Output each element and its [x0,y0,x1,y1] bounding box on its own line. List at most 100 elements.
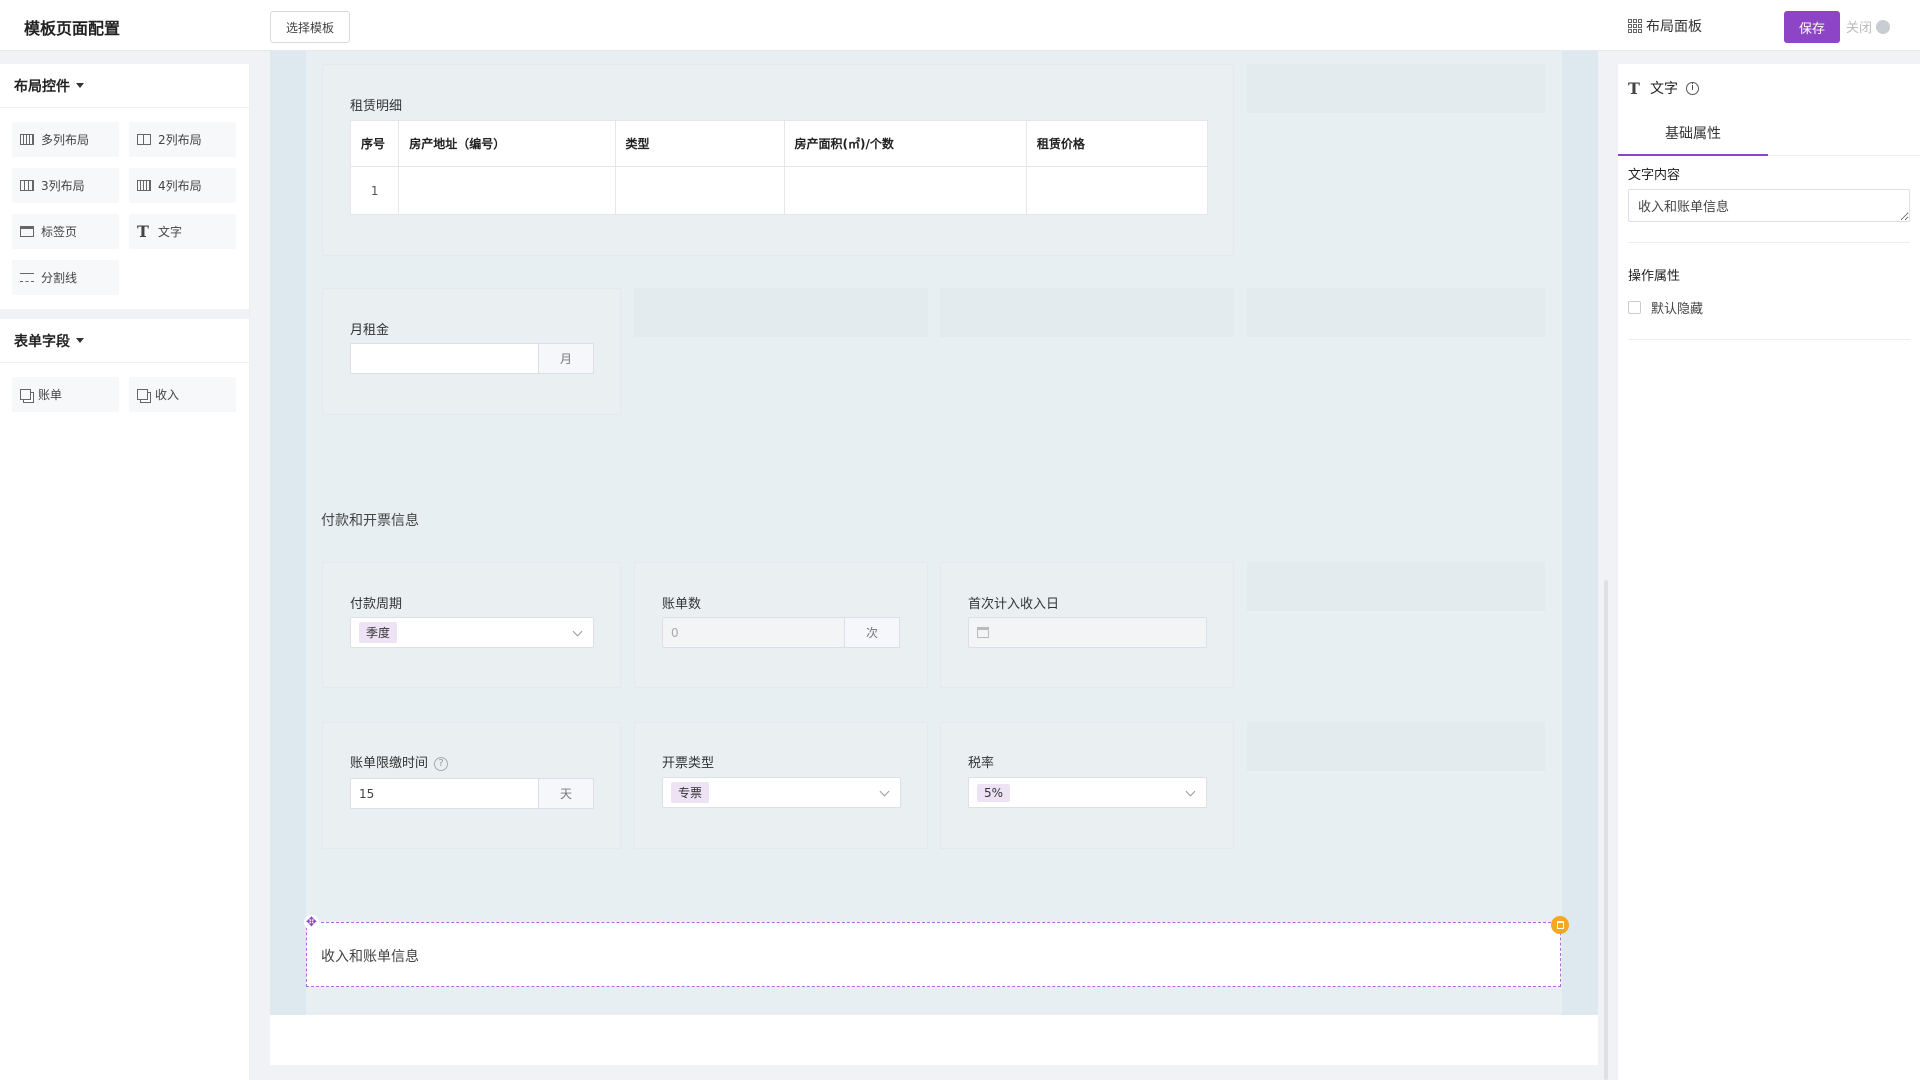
close-label: 关闭 [1846,21,1873,36]
monthly-rent-input[interactable] [350,343,539,374]
monthly-rent-unit: 月 [538,343,594,374]
layout-widget-list: 多列布局 2列布局 3列布局 4列布局 标签页 T 文字 分割线 [0,108,249,309]
copy-icon [20,389,31,400]
empty-layout-cell[interactable] [1247,64,1545,113]
chevron-down-icon [1185,786,1196,797]
bill-due-card[interactable]: 账单限缴时间? 15 天 [322,722,621,849]
bill-due-input[interactable]: 15 [350,778,539,809]
selected-tag: 5% [977,783,1011,802]
canvas-scrollbar[interactable] [1604,580,1608,1080]
component-name: 文字 [1650,81,1678,97]
tax-rate-card[interactable]: 税率 5% [940,722,1234,849]
operation-properties-label: 操作属性 [1628,269,1681,284]
first-income-date-card[interactable]: 首次计入收入日 [940,562,1234,688]
selected-tag: 专票 [671,782,710,803]
page-title: 模板页面配置 [24,19,121,38]
table-cell[interactable] [783,166,1027,215]
field-income[interactable]: 收入 [129,377,236,412]
invoice-type-label: 开票类型 [662,756,715,771]
empty-layout-cell[interactable] [1247,722,1545,771]
text-icon: T [137,222,149,241]
rent-detail-title: 租赁明细 [350,99,403,114]
monthly-rent-label: 月租金 [350,323,390,338]
widget-label: 收入 [155,388,180,402]
move-icon[interactable]: ✥ [304,915,319,930]
tab-basic-properties[interactable]: 基础属性 [1618,112,1768,156]
table-row: 1 [349,166,1209,215]
info-icon[interactable]: i [1686,81,1699,95]
widget-label: 多列布局 [41,133,90,147]
rent-detail-card[interactable]: 租赁明细 序号 房产地址（编号） 类型 房产面积(㎡)/个数 租赁价格 1 [322,64,1234,256]
widget-label: 文字 [158,225,183,239]
select-template-button[interactable]: 选择模板 [270,11,350,43]
widget-3-column[interactable]: 3列布局 [12,168,119,203]
close-toggle[interactable]: 关闭 [1846,17,1891,36]
widget-label: 分割线 [41,271,78,285]
payment-cycle-label: 付款周期 [350,597,403,612]
text-content-input[interactable]: 收入和账单信息 [1628,189,1910,222]
four-column-icon [137,180,151,191]
payment-cycle-select[interactable]: 季度 [350,617,594,648]
layout-panel-button[interactable]: 布局面板 [1628,16,1702,36]
bill-count-input[interactable]: 0 [662,617,845,648]
text-content-label: 文字内容 [1628,168,1681,183]
save-button[interactable]: 保存 [1784,11,1840,43]
empty-layout-cell[interactable] [634,288,928,337]
divider [1628,339,1910,340]
top-header: 模板页面配置 选择模板 布局面板 保存 关闭 [0,0,1920,51]
invoice-type-select[interactable]: 专票 [662,777,901,808]
divider-icon [20,273,34,282]
help-icon[interactable]: ? [434,756,449,771]
col-header: 类型 [614,120,785,167]
layout-panel-label: 布局面板 [1646,19,1702,35]
two-column-icon [137,134,151,145]
empty-layout-cell[interactable] [1247,288,1545,337]
checkbox-icon[interactable] [1628,301,1641,314]
calendar-icon [977,627,989,638]
layout-controls-header[interactable]: 布局控件 [0,64,249,108]
properties-header: T 文字 i [1628,78,1699,98]
widget-label: 4列布局 [158,179,202,193]
tax-rate-select[interactable]: 5% [968,777,1207,808]
bill-due-unit: 天 [538,778,594,809]
first-income-date-picker[interactable] [968,617,1207,648]
bill-count-card[interactable]: 账单数 0 次 [634,562,928,688]
widget-multi-column[interactable]: 多列布局 [12,122,119,157]
bill-count-label: 账单数 [662,597,702,612]
rent-detail-table: 序号 房产地址（编号） 类型 房产面积(㎡)/个数 租赁价格 1 [349,120,1209,215]
properties-panel: T 文字 i 基础属性 文字内容 收入和账单信息 操作属性 默认隐藏 [1618,64,1920,1080]
field-bill[interactable]: 账单 [12,377,119,412]
form-fields-header[interactable]: 表单字段 [0,319,249,363]
widget-text[interactable]: T 文字 [129,214,236,249]
widget-2-column[interactable]: 2列布局 [129,122,236,157]
default-hidden-label: 默认隐藏 [1651,302,1704,317]
delete-icon[interactable] [1551,916,1569,934]
bill-due-label-text: 账单限缴时间 [350,756,429,771]
widget-tabs[interactable]: 标签页 [12,214,119,249]
bill-due-label: 账单限缴时间? [350,752,449,771]
widget-4-column[interactable]: 4列布局 [129,168,236,203]
divider [1628,242,1910,243]
table-cell[interactable] [398,166,616,215]
payment-section-title: 付款和开票信息 [321,513,419,529]
caret-down-icon [76,83,84,88]
widget-label: 3列布局 [41,179,85,193]
grid-icon [1628,19,1642,33]
first-income-date-label: 首次计入收入日 [968,597,1060,612]
selected-text-content: 收入和账单信息 [321,949,419,965]
col-header: 房产地址（编号） [398,120,616,167]
col-header: 序号 [349,120,400,167]
tax-rate-label: 税率 [968,756,995,771]
empty-layout-cell[interactable] [1247,562,1545,611]
invoice-type-card[interactable]: 开票类型 专票 [634,722,928,849]
monthly-rent-card[interactable]: 月租金 月 [322,288,621,415]
selected-text-component[interactable]: 收入和账单信息 [306,922,1561,987]
empty-layout-cell[interactable] [940,288,1234,337]
copy-icon [137,389,148,400]
payment-cycle-card[interactable]: 付款周期 季度 [322,562,621,688]
widget-divider[interactable]: 分割线 [12,260,119,295]
default-hidden-checkbox[interactable]: 默认隐藏 [1628,298,1703,317]
chevron-down-icon [572,626,583,637]
table-cell[interactable] [614,166,785,215]
table-cell[interactable] [1025,166,1209,215]
